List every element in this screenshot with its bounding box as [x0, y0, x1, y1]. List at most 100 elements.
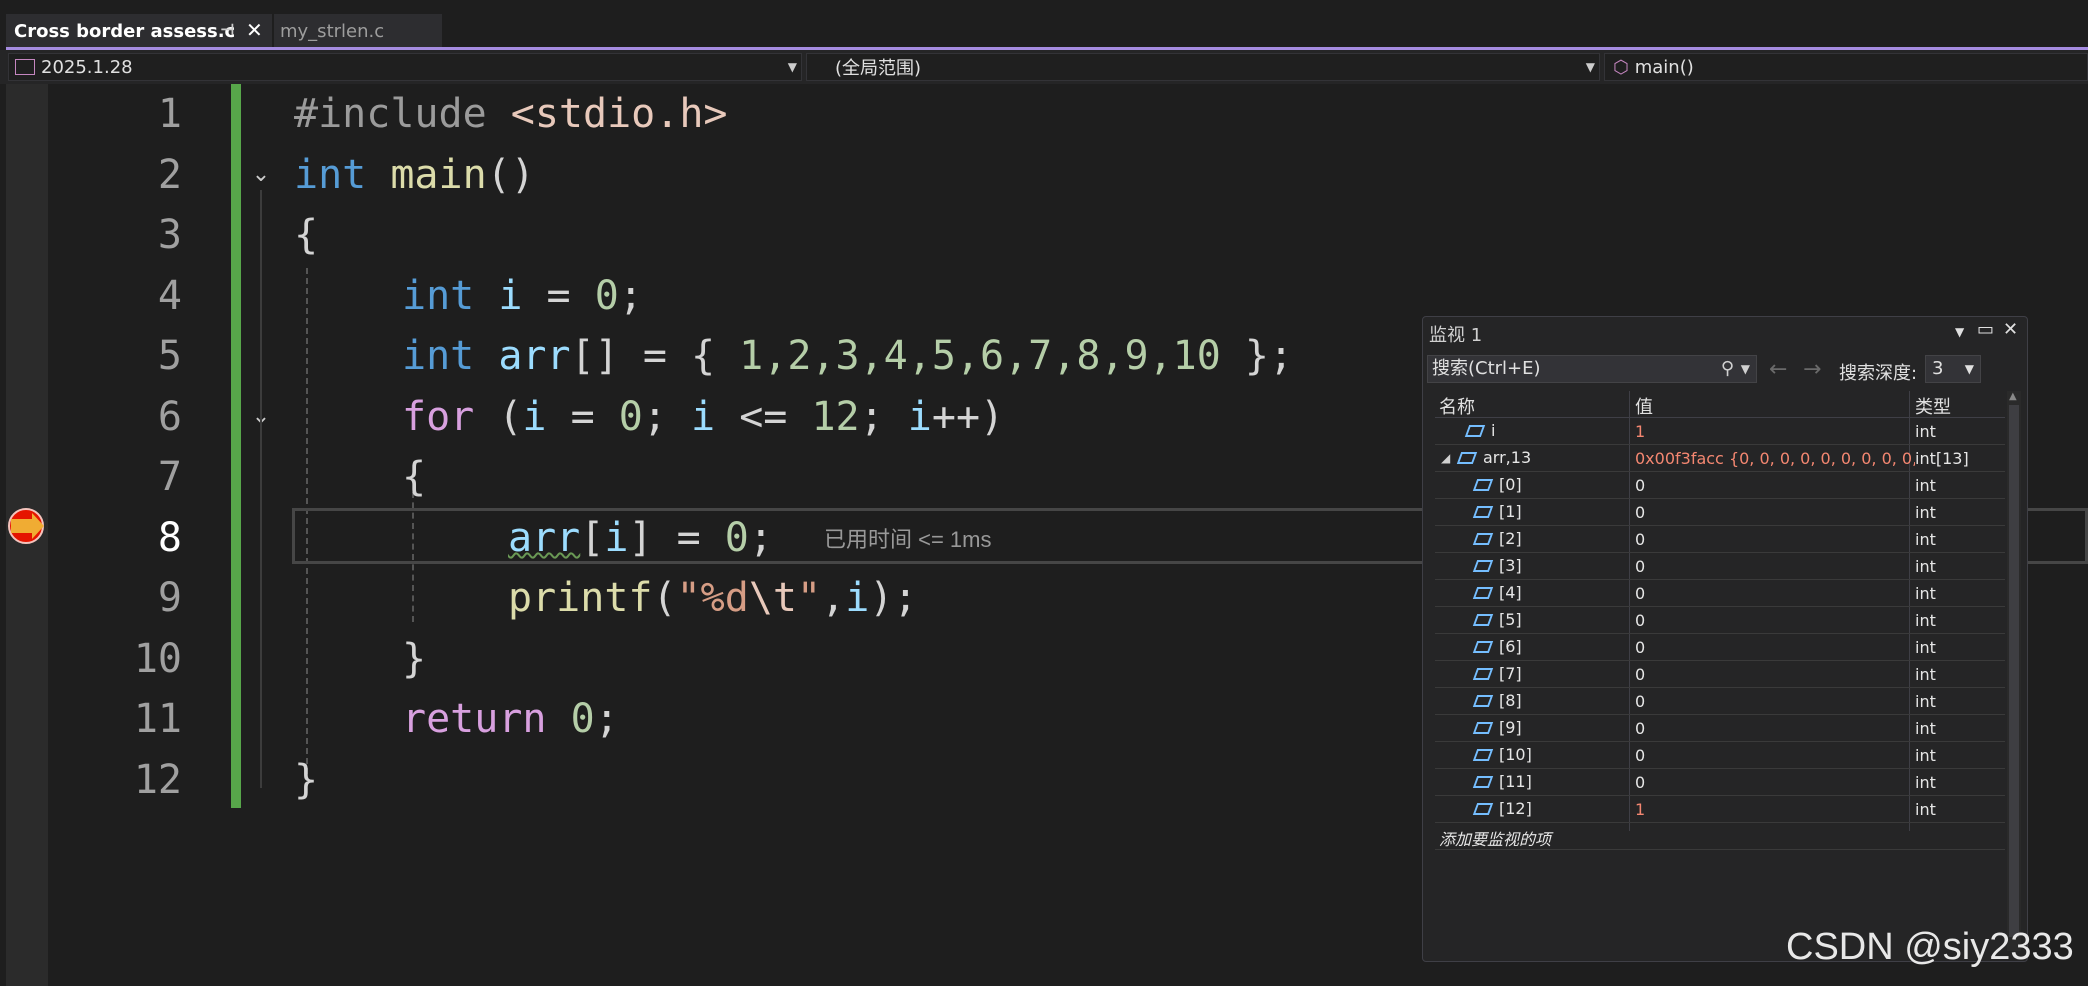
- variable-type: int: [1915, 692, 1936, 711]
- watch-row[interactable]: [7] 0 int: [1435, 661, 2005, 688]
- scroll-up-icon[interactable]: ▲: [2009, 391, 2017, 402]
- line-number: 7: [157, 454, 182, 500]
- search-forward-arrow-icon[interactable]: →: [1803, 357, 1821, 382]
- expand-toggle-icon[interactable]: ◢: [1441, 451, 1455, 465]
- variable-name: [4]: [1499, 583, 1522, 602]
- variable-value[interactable]: 0: [1635, 476, 1915, 495]
- variable-name: [8]: [1499, 691, 1522, 710]
- fold-toggle-icon[interactable]: ⌄: [248, 162, 274, 188]
- search-depth-label: 搜索深度:: [1839, 363, 1918, 384]
- variable-name: [10]: [1499, 745, 1532, 764]
- code-line-8: arr[i] = 0;: [508, 515, 773, 561]
- variable-icon: [1472, 748, 1494, 761]
- watch-row[interactable]: [10] 0 int: [1435, 742, 2005, 769]
- variable-type: int: [1915, 665, 1936, 684]
- column-header-value[interactable]: 值: [1635, 393, 1653, 419]
- watch-row[interactable]: [4] 0 int: [1435, 580, 2005, 607]
- chevron-down-icon: ▼: [1964, 362, 1974, 376]
- function-dropdown[interactable]: ⬡ main(): [1604, 53, 2088, 81]
- variable-type: int: [1915, 557, 1936, 576]
- tab-my-strlen[interactable]: my_strlen.c: [274, 14, 442, 48]
- watch-row[interactable]: [12] 1 int: [1435, 796, 2005, 823]
- code-line-12: }: [294, 757, 319, 803]
- watch-row[interactable]: [9] 0 int: [1435, 715, 2005, 742]
- watch-row[interactable]: i 1 int: [1435, 418, 2005, 445]
- line-number: 6: [157, 394, 182, 440]
- scrollbar-thumb[interactable]: [2009, 405, 2019, 937]
- search-depth-select[interactable]: 3 ▼: [1925, 355, 1981, 383]
- variable-type: int: [1915, 746, 1936, 765]
- close-icon[interactable]: ✕: [2003, 319, 2018, 340]
- variable-type: int: [1915, 638, 1936, 657]
- variable-value[interactable]: 0: [1635, 503, 1915, 522]
- code-line-11: return 0;: [402, 696, 619, 742]
- variable-icon: [1472, 667, 1494, 680]
- search-back-arrow-icon[interactable]: ←: [1769, 357, 1787, 382]
- chevron-down-icon: ▼: [1585, 60, 1595, 74]
- variable-value[interactable]: 1: [1635, 800, 1915, 819]
- watch-row[interactable]: [3] 0 int: [1435, 553, 2005, 580]
- tab-label: Cross border assess.c: [14, 20, 236, 42]
- variable-value[interactable]: 0: [1635, 692, 1915, 711]
- variable-icon: [1472, 613, 1494, 626]
- variable-icon: [1472, 721, 1494, 734]
- line-number: 3: [157, 212, 182, 258]
- variable-type: int: [1915, 530, 1936, 549]
- column-header-type[interactable]: 类型: [1915, 393, 1951, 419]
- watch-rows: i 1 int ◢ arr,13 0x00f3facc {0, 0, 0, 0, 0, 0…: [1435, 418, 2005, 823]
- code-line-2: int main(): [294, 152, 535, 198]
- variable-icon: [1472, 694, 1494, 707]
- watch-row[interactable]: [0] 0 int: [1435, 472, 2005, 499]
- watch-row-name: [0]: [1472, 475, 1522, 494]
- maximize-icon[interactable]: ▭: [1977, 319, 1994, 340]
- variable-value[interactable]: 0: [1635, 530, 1915, 549]
- chevron-down-icon[interactable]: ▼: [1741, 356, 1750, 382]
- variable-value[interactable]: 0: [1635, 584, 1915, 603]
- project-dropdown[interactable]: 2025.1.28 ▼: [8, 53, 802, 81]
- search-depth-value: 3: [1932, 358, 1944, 379]
- watch-row[interactable]: [2] 0 int: [1435, 526, 2005, 553]
- column-header-name[interactable]: 名称: [1439, 393, 1475, 419]
- watch-row[interactable]: ◢ arr,13 0x00f3facc {0, 0, 0, 0, 0, 0, 0, …: [1435, 445, 2005, 472]
- variable-name: [6]: [1499, 637, 1522, 656]
- watch-row[interactable]: [11] 0 int: [1435, 769, 2005, 796]
- watermark: CSDN @siy2333: [1786, 926, 2074, 968]
- watch-window-title: 监视 1: [1429, 325, 1483, 346]
- variable-icon: [1464, 424, 1486, 437]
- add-watch-placeholder[interactable]: 添加要监视的项: [1439, 826, 1551, 850]
- tab-cross-border-assess[interactable]: Cross border assess.c ⊣ ✕: [6, 14, 272, 48]
- watch-row[interactable]: [8] 0 int: [1435, 688, 2005, 715]
- variable-name: i: [1491, 421, 1496, 440]
- variable-icon: [1472, 802, 1494, 815]
- variable-value[interactable]: 0: [1635, 611, 1915, 630]
- code-line-6: for (i = 0; i <= 12; i++): [402, 394, 1005, 440]
- variable-value[interactable]: 1: [1635, 422, 1915, 441]
- variable-icon: [1472, 586, 1494, 599]
- pin-icon[interactable]: ⊣: [220, 20, 235, 39]
- variable-value[interactable]: 0: [1635, 557, 1915, 576]
- variable-value[interactable]: 0: [1635, 665, 1915, 684]
- variable-value[interactable]: 0: [1635, 719, 1915, 738]
- watch-window: 监视 1 ▼ ▭ ✕ 搜索(Ctrl+E) ⚲ ▼ ← → 搜索深度: 3 ▼ …: [1422, 316, 2028, 962]
- variable-value[interactable]: 0: [1635, 773, 1915, 792]
- watch-row[interactable]: [5] 0 int: [1435, 607, 2005, 634]
- watch-row-name: [2]: [1472, 529, 1522, 548]
- add-watch-row[interactable]: 添加要监视的项: [1435, 823, 2005, 850]
- watch-row[interactable]: [6] 0 int: [1435, 634, 2005, 661]
- search-icon[interactable]: ⚲: [1721, 356, 1734, 382]
- variable-icon: [1472, 505, 1494, 518]
- scope-dropdown[interactable]: (全局范围) ▼: [806, 53, 1600, 81]
- variable-name: [9]: [1499, 718, 1522, 737]
- variable-value[interactable]: 0: [1635, 746, 1915, 765]
- close-icon[interactable]: ✕: [246, 18, 263, 42]
- variable-value[interactable]: 0x00f3facc {0, 0, 0, 0, 0, 0, 0, 0, 0, .…: [1635, 449, 1915, 468]
- window-menu-dropdown-icon[interactable]: ▼: [1955, 325, 1964, 339]
- variable-type: int[13]: [1915, 449, 1969, 468]
- watch-row[interactable]: [1] 0 int: [1435, 499, 2005, 526]
- variable-icon: [1472, 640, 1494, 653]
- variable-value[interactable]: 0: [1635, 638, 1915, 657]
- watch-search-input[interactable]: 搜索(Ctrl+E) ⚲ ▼: [1427, 355, 1757, 383]
- perf-tip[interactable]: 已用时间 <= 1ms: [824, 522, 991, 554]
- line-number: 2: [157, 152, 182, 198]
- vertical-scrollbar[interactable]: ▲: [2007, 391, 2021, 951]
